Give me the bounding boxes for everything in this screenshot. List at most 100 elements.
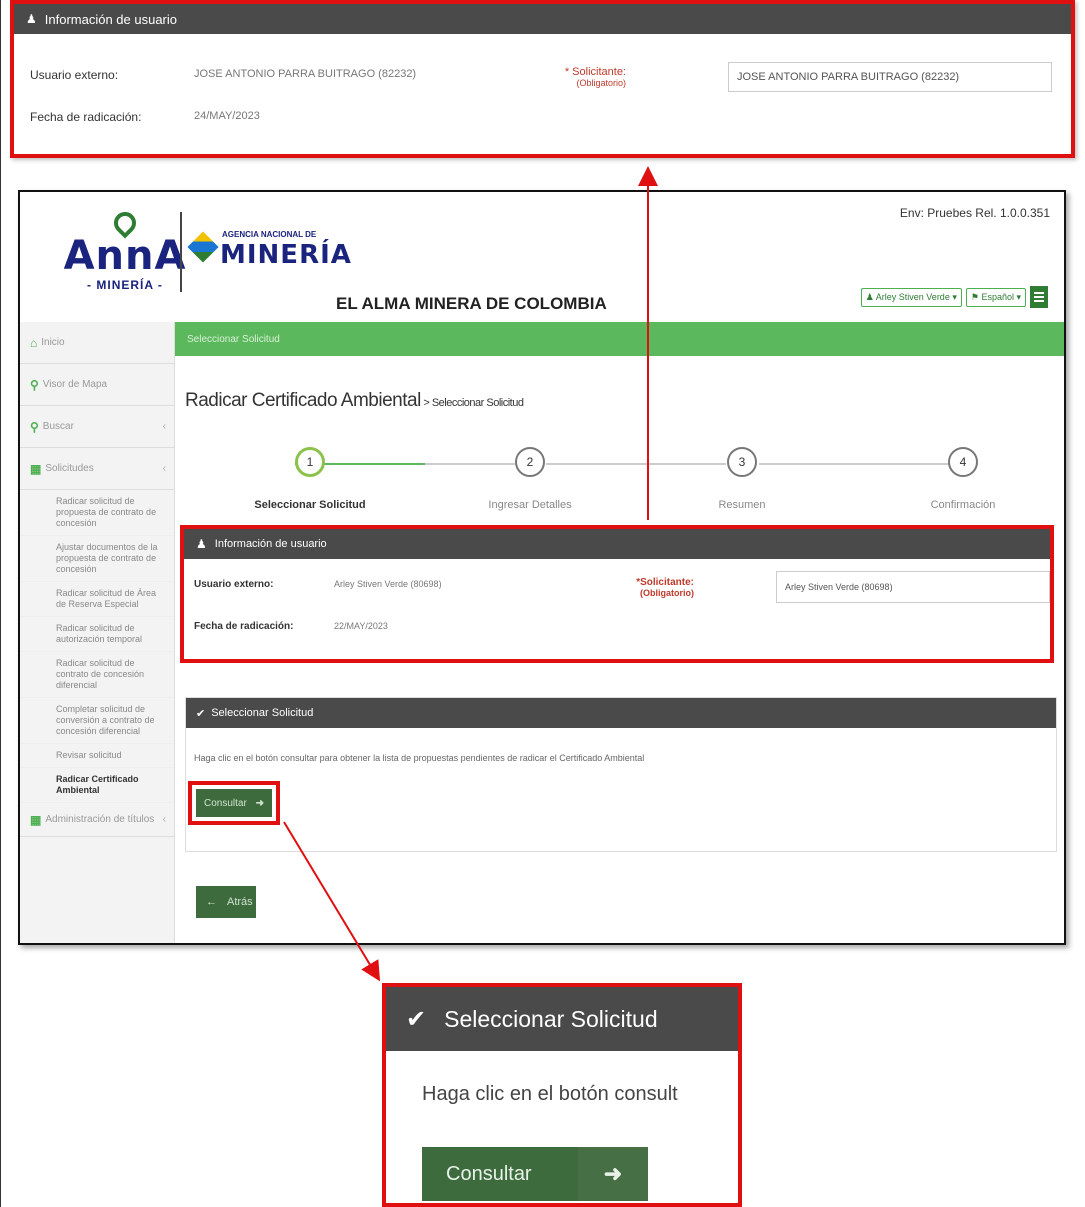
sidebar-subitem[interactable]: Ajustar documentos de la propuesta de co… xyxy=(20,536,174,582)
app-header: AnnA - MINERÍA - AGENCIA NACIONAL DE MIN… xyxy=(20,192,1064,322)
search-icon: ⚲ xyxy=(30,419,39,434)
app-screenshot: AnnA - MINERÍA - AGENCIA NACIONAL DE MIN… xyxy=(18,190,1066,945)
page-subtitle: > Seleccionar Solicitud xyxy=(420,397,524,409)
sidebar-subitem-active[interactable]: Radicar Certificado Ambiental xyxy=(20,768,174,803)
back-button-label: Atrás xyxy=(227,896,253,908)
sidebar-item-label: Visor de Mapa xyxy=(42,379,108,390)
agency-diamond-icon xyxy=(187,231,219,263)
breadcrumb: Seleccionar Solicitud xyxy=(175,322,1064,356)
sidebar-item-inicio[interactable]: ⌂ Inicio xyxy=(20,322,174,364)
chevron-icon: ‹ xyxy=(162,421,166,432)
select-request-header: ✔ Seleccionar Solicitud xyxy=(186,698,1056,728)
select-request-panel: ✔ Seleccionar Solicitud Haga clic en el … xyxy=(185,697,1057,852)
user-menu-button[interactable]: ♟ Arley Stiven Verde ▾ xyxy=(860,287,962,307)
filing-date-value: 24/MAY/2023 xyxy=(194,110,260,122)
slogan: EL ALMA MINERA DE COLOMBIA xyxy=(336,294,607,313)
select-request-zoom-header: ✔ Seleccionar Solicitud xyxy=(386,987,738,1051)
filing-date-label: Fecha de radicación: xyxy=(194,621,294,632)
filing-date-value: 22/MAY/2023 xyxy=(334,621,388,631)
anna-logo: AnnA - MINERÍA - xyxy=(60,207,190,312)
check-icon: ✔ xyxy=(406,1005,427,1033)
home-icon: ⌂ xyxy=(30,335,38,350)
agency-small-text: AGENCIA NACIONAL DE xyxy=(222,230,317,239)
requester-required: (Obligatorio) xyxy=(640,588,694,598)
step-2-label: Ingresar Detalles xyxy=(488,499,572,511)
user-info-zoom-callout: ♟ Información de usuario Usuario externo… xyxy=(10,0,1075,158)
sidebar-item-administracion[interactable]: ▦ Administración de títulos ‹ xyxy=(20,803,174,837)
step-4-circle: 4 xyxy=(948,447,978,477)
grid-icon: ▦ xyxy=(30,812,42,827)
anna-logo-sub: - MINERÍA - xyxy=(87,278,163,292)
step-1-label: Seleccionar Solicitud xyxy=(254,499,366,511)
user-info-panel-header: ♟ Información de usuario xyxy=(184,529,1050,559)
sidebar-subitem[interactable]: Radicar solicitud de contrato de concesi… xyxy=(20,652,174,698)
step-2-circle: 2 xyxy=(515,447,545,477)
arrow-right-icon: ➜ xyxy=(255,797,264,809)
requester-input[interactable]: Arley Stiven Verde (80698) xyxy=(776,571,1050,603)
step-3-circle: 3 xyxy=(727,447,757,477)
user-info-panel: ♟ Información de usuario Usuario externo… xyxy=(180,525,1054,663)
page-title-text: Radicar Certificado Ambiental xyxy=(185,390,421,411)
sidebar-subitem[interactable]: Radicar solicitud de Área de Reserva Esp… xyxy=(20,582,174,617)
filing-date-label: Fecha de radicación: xyxy=(30,110,142,124)
sidebar-subitem[interactable]: Radicar solicitud de propuesta de contra… xyxy=(20,490,174,536)
requester-label-text: *Solicitante: xyxy=(636,577,694,588)
user-menu-label: Arley Stiven Verde xyxy=(875,291,950,302)
sidebar: ⌂ Inicio ⚲ Visor de Mapa ⚲ Buscar ‹ ▦ Solicit… xyxy=(20,322,175,943)
language-button[interactable]: ⚑ Español ▾ xyxy=(965,287,1026,307)
wizard-stepper: 1 2 3 4 Seleccionar Solicitud Ingresar D… xyxy=(250,447,1010,517)
chevron-icon: ‹ xyxy=(162,814,166,825)
step-line xyxy=(546,463,726,465)
sidebar-item-solicitudes[interactable]: ▦ Solicitudes ‹ xyxy=(20,448,174,490)
select-request-zoom-callout: ✔ Seleccionar Solicitud Haga clic en el … xyxy=(382,983,742,1207)
sidebar-subitem[interactable]: Radicar solicitud de autorización tempor… xyxy=(20,617,174,652)
consult-button-zoom-label: Consultar xyxy=(446,1162,532,1185)
sidebar-item-label: Buscar xyxy=(42,421,74,432)
consult-button-zoom[interactable]: Consultar ➜ xyxy=(422,1147,648,1201)
sidebar-subitem[interactable]: Revisar solicitud xyxy=(20,744,174,768)
user-icon: ♟ xyxy=(26,12,37,26)
agency-big-text: MINERÍA xyxy=(220,240,352,270)
consult-button-label: Consultar xyxy=(204,797,247,809)
select-request-zoom-title: Seleccionar Solicitud xyxy=(444,1005,658,1032)
back-button[interactable]: ← Atrás xyxy=(196,886,256,918)
map-marker-icon: ⚲ xyxy=(30,377,39,392)
grid-icon: ▦ xyxy=(30,461,42,476)
select-request-instructions: Haga clic en el botón consultar para obt… xyxy=(194,753,645,763)
header-controls: ♟ Arley Stiven Verde ▾ ⚑ Español ▾ xyxy=(860,286,1048,308)
arrow-right-icon: ➜ xyxy=(578,1147,648,1201)
environment-label: Env: Pruebes Rel. 1.0.0.351 xyxy=(899,206,1050,220)
chevron-icon: ‹ xyxy=(162,463,166,474)
requester-input[interactable]: JOSE ANTONIO PARRA BUITRAGO (82232) xyxy=(728,62,1052,92)
arrow-left-icon: ← xyxy=(206,896,217,908)
external-user-value: Arley Stiven Verde (80698) xyxy=(334,579,442,589)
consult-button[interactable]: Consultar ➜ xyxy=(196,789,272,817)
requester-required: (Obligatorio) xyxy=(576,78,626,88)
page-title: Radicar Certificado Ambiental > Seleccio… xyxy=(185,390,524,412)
sidebar-subitem[interactable]: Completar solicitud de conversión a cont… xyxy=(20,698,174,744)
logo-divider xyxy=(180,212,182,292)
user-info-zoom-header: ♟ Información de usuario xyxy=(14,4,1071,34)
external-user-label: Usuario externo: xyxy=(194,579,274,590)
requester-label-text: * Solicitante: xyxy=(564,66,626,78)
external-user-label: Usuario externo: xyxy=(30,68,119,82)
select-request-zoom-text: Haga clic en el botón consult xyxy=(422,1083,678,1105)
step-4-label: Confirmación xyxy=(930,499,996,511)
sidebar-item-buscar[interactable]: ⚲ Buscar ‹ xyxy=(20,406,174,448)
anna-logo-word: AnnA xyxy=(63,233,187,279)
hamburger-menu-button[interactable] xyxy=(1030,286,1048,308)
sidebar-item-label: Inicio xyxy=(41,337,65,348)
sidebar-item-visor[interactable]: ⚲ Visor de Mapa xyxy=(20,364,174,406)
language-label: Español xyxy=(981,291,1014,302)
step-3-label: Resumen xyxy=(718,499,766,511)
user-info-panel-title: Información de usuario xyxy=(214,538,327,550)
user-icon: ♟ xyxy=(196,537,207,551)
requester-label: *Solicitante: (Obligatorio) xyxy=(604,577,694,598)
user-info-zoom-title: Información de usuario xyxy=(44,11,178,27)
check-icon: ✔ xyxy=(196,707,206,720)
step-1-circle: 1 xyxy=(295,447,325,477)
sidebar-item-label: Solicitudes xyxy=(45,463,94,474)
step-line xyxy=(425,463,515,465)
step-line xyxy=(759,463,949,465)
external-user-value: JOSE ANTONIO PARRA BUITRAGO (82232) xyxy=(194,68,417,80)
